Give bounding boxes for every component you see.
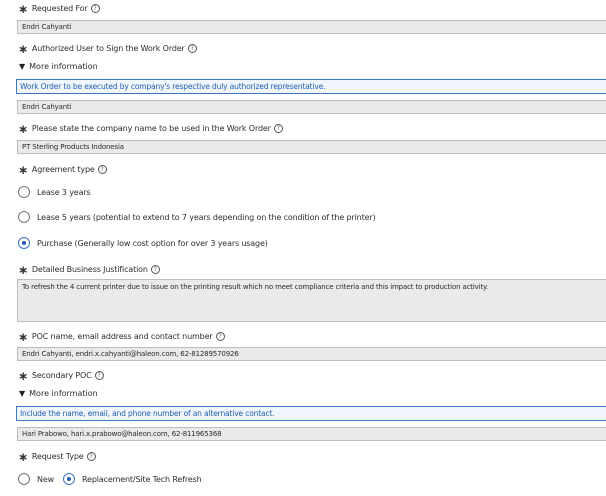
- required-asterisk-icon: ∗: [18, 1, 28, 16]
- agreement-option-label: Purchase (Generally low cost option for …: [37, 238, 268, 248]
- agreement-option-lease-5[interactable]: Lease 5 years (potential to extend to 7 …: [18, 211, 376, 223]
- company-name-field[interactable]: PT Sterling Products Indonesia: [17, 140, 606, 154]
- help-icon[interactable]: ?: [86, 452, 96, 461]
- authorized-user-label: ∗ Authorized User to Sign the Work Order…: [18, 41, 197, 56]
- required-asterisk-icon: ∗: [18, 162, 28, 177]
- request-type-option-label: Replacement/Site Tech Refresh: [82, 474, 202, 484]
- business-justification-label-text: Detailed Business Justification: [31, 265, 148, 274]
- request-type-option-replacement[interactable]: Replacement/Site Tech Refresh: [63, 473, 202, 485]
- help-icon[interactable]: ?: [90, 4, 100, 13]
- request-type-label: ∗ Request Type ?: [18, 449, 96, 464]
- agreement-option-label: Lease 5 years (potential to extend to 7 …: [37, 212, 376, 222]
- help-icon[interactable]: ?: [215, 332, 225, 341]
- required-asterisk-icon: ∗: [18, 449, 28, 464]
- requested-for-label-text: Requested For: [31, 4, 88, 13]
- help-icon[interactable]: ?: [273, 124, 283, 133]
- agreement-option-lease-3[interactable]: Lease 3 years: [18, 186, 91, 198]
- secondary-poc-field[interactable]: Hari Prabowo, hari.x.prabowo@haleon.com,…: [17, 427, 606, 441]
- request-type-label-text: Request Type: [31, 452, 84, 461]
- secondary-poc-info-box: Include the name, email, and phone numbe…: [16, 406, 606, 421]
- help-icon[interactable]: ?: [94, 371, 104, 380]
- required-asterisk-icon: ∗: [18, 262, 28, 277]
- more-info-label: More information: [29, 389, 98, 398]
- secondary-poc-more-info-toggle[interactable]: ▼ More information: [19, 389, 98, 398]
- required-asterisk-icon: ∗: [18, 41, 28, 56]
- agreement-type-label: ∗ Agreement type ?: [18, 162, 107, 177]
- request-type-option-label: New: [37, 474, 54, 484]
- radio-button[interactable]: [18, 211, 30, 223]
- help-icon[interactable]: ?: [150, 265, 160, 274]
- radio-button-selected[interactable]: [63, 473, 75, 485]
- more-info-label: More information: [29, 62, 98, 71]
- poc-label-text: POC name, email address and contact numb…: [31, 332, 213, 341]
- agreement-option-label: Lease 3 years: [37, 187, 91, 197]
- triangle-down-icon: ▼: [19, 389, 26, 398]
- required-asterisk-icon: ∗: [18, 329, 28, 344]
- authorized-user-info-box: Work Order to be executed by company's r…: [16, 79, 606, 94]
- poc-field[interactable]: Endri Cahyanti, endri.x.cahyanti@haleon.…: [17, 347, 606, 361]
- company-name-label-text: Please state the company name to be used…: [31, 124, 271, 133]
- triangle-down-icon: ▼: [19, 62, 26, 71]
- secondary-poc-label: ∗ Secondary POC ?: [18, 368, 104, 383]
- secondary-poc-label-text: Secondary POC: [31, 371, 92, 380]
- agreement-option-purchase[interactable]: Purchase (Generally low cost option for …: [18, 237, 268, 249]
- authorized-user-label-text: Authorized User to Sign the Work Order: [31, 44, 185, 53]
- required-asterisk-icon: ∗: [18, 121, 28, 136]
- company-name-label: ∗ Please state the company name to be us…: [18, 121, 283, 136]
- radio-button-selected[interactable]: [18, 237, 30, 249]
- business-justification-label: ∗ Detailed Business Justification ?: [18, 262, 160, 277]
- authorized-user-field[interactable]: Endri Cahyanti: [17, 100, 606, 114]
- required-asterisk-icon: ∗: [18, 368, 28, 383]
- authorized-user-more-info-toggle[interactable]: ▼ More information: [19, 62, 98, 71]
- requested-for-label: ∗ Requested For ?: [18, 1, 100, 16]
- agreement-type-label-text: Agreement type: [31, 165, 95, 174]
- business-justification-textarea[interactable]: To refresh the 4 current printer due to …: [17, 279, 606, 322]
- help-icon[interactable]: ?: [187, 44, 197, 53]
- request-type-option-new[interactable]: New: [18, 473, 54, 485]
- help-icon[interactable]: ?: [97, 165, 107, 174]
- radio-button[interactable]: [18, 473, 30, 485]
- poc-label: ∗ POC name, email address and contact nu…: [18, 329, 225, 344]
- requested-for-field[interactable]: Endri Cahyanti: [17, 20, 606, 34]
- radio-button[interactable]: [18, 186, 30, 198]
